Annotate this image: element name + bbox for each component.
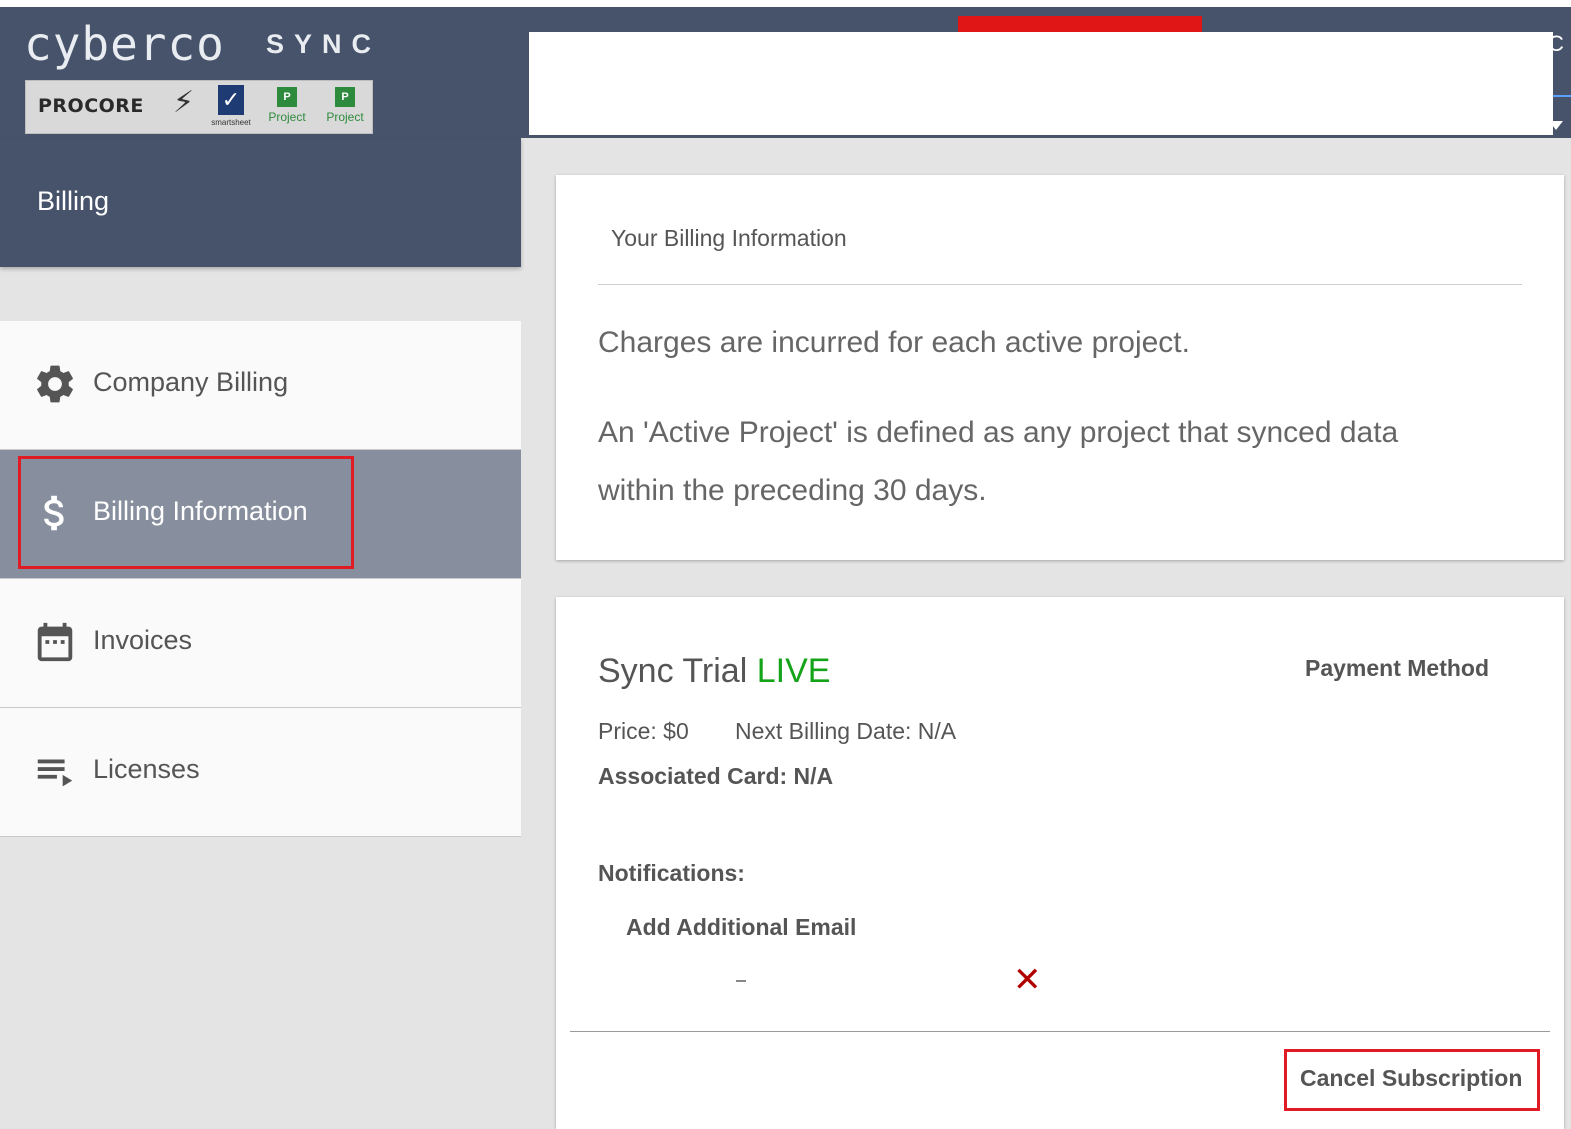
sidebar-item-label: Invoices xyxy=(93,625,193,655)
project-icon: P xyxy=(277,87,297,107)
logo-text[interactable]: cyberco xyxy=(24,19,225,69)
sidebar-header: Billing xyxy=(0,138,521,267)
redacted-region xyxy=(529,32,1553,135)
payment-method-label: Payment Method xyxy=(1305,655,1490,681)
project-desktop-label: Project xyxy=(268,110,306,124)
header-user-fragment: C xyxy=(1548,31,1564,56)
smartsheet-check-icon: ✓ xyxy=(218,85,244,115)
calendar-icon xyxy=(37,622,73,662)
top-border xyxy=(0,0,1571,7)
redacted-email xyxy=(736,980,746,982)
project-desktop-logo: P Project xyxy=(262,83,312,131)
sidebar-item-licenses[interactable]: Licenses xyxy=(0,708,521,837)
procore-logo: PROCORE xyxy=(38,95,144,117)
dropdown-caret-icon[interactable] xyxy=(1549,121,1563,130)
divider xyxy=(598,284,1522,285)
add-email-link[interactable]: Add Additional Email xyxy=(626,914,856,941)
sidebar-item-invoices[interactable]: Invoices xyxy=(0,579,521,708)
billing-note-3: within the preceding 30 days. xyxy=(598,474,987,507)
project-icon: P xyxy=(335,87,355,107)
annotation-highlight xyxy=(18,456,354,569)
sidebar-item-label: Licenses xyxy=(93,754,200,784)
billing-note-1: Charges are incurred for each active pro… xyxy=(598,326,1190,359)
header-link-fragment[interactable] xyxy=(1553,79,1571,97)
plan-title: Sync Trial LIVE xyxy=(598,652,830,691)
remove-email-icon[interactable]: ✕ xyxy=(1013,963,1042,997)
project-online-label: Project xyxy=(326,110,364,124)
logo-subtitle: SYNC xyxy=(266,29,382,59)
project-online-logo: P Project xyxy=(320,83,370,131)
plan-name: Sync Trial xyxy=(598,652,748,690)
price-text: Price: $0 xyxy=(598,718,689,744)
card-title: Your Billing Information xyxy=(611,225,847,251)
notifications-label: Notifications: xyxy=(598,860,745,886)
sidebar-item-company-billing[interactable]: Company Billing xyxy=(0,321,521,450)
app-header: cyberco SYNC PROCORE ⚡ ✓ smartsheet P Pr… xyxy=(0,7,1571,138)
annotation-highlight xyxy=(1284,1049,1540,1111)
divider xyxy=(570,1031,1550,1032)
associated-card: Associated Card: N/A xyxy=(598,763,834,789)
smartsheet-logo: ✓ smartsheet xyxy=(206,83,256,131)
plan-status-badge: LIVE xyxy=(756,652,831,690)
next-billing-date: Next Billing Date: N/A xyxy=(735,718,957,744)
playlist-icon xyxy=(37,759,73,787)
gear-icon xyxy=(37,365,73,403)
sync-bolt-icon: ⚡ xyxy=(173,86,195,119)
integration-logos: PROCORE ⚡ ✓ smartsheet P Project P Proje… xyxy=(25,80,373,134)
billing-note-2: An 'Active Project' is defined as any pr… xyxy=(598,416,1399,449)
sidebar-item-label: Company Billing xyxy=(93,367,289,397)
billing-info-card: Your Billing Information Charges are inc… xyxy=(556,175,1564,560)
smartsheet-label: smartsheet xyxy=(211,118,251,127)
sidebar-title: Billing xyxy=(37,186,110,216)
